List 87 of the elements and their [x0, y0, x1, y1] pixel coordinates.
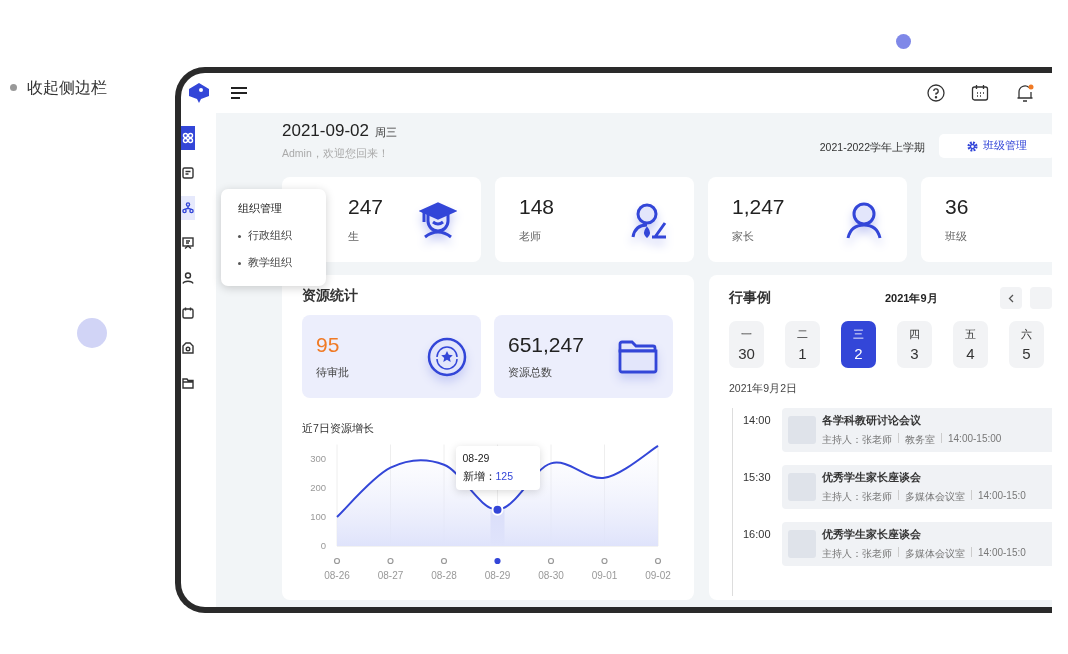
event-period: 14:00-15:0: [978, 546, 1026, 560]
calendar-icon: [181, 306, 195, 320]
stat-label: 生: [348, 229, 360, 244]
tile-value: 651,247: [508, 333, 585, 357]
decorative-dot: [896, 34, 911, 49]
event-host: 主持人：张老师: [822, 489, 892, 504]
day-tile[interactable]: 四 3: [897, 321, 932, 368]
event-card[interactable]: 优秀学生家长座谈会 主持人：张老师 多媒体会议室 14:00-15:0: [782, 465, 1052, 509]
tile-label: 待审批: [316, 365, 350, 380]
tooltip-date: 08-29: [462, 452, 491, 464]
logo-icon: [187, 82, 210, 104]
panel-title: 资源统计: [302, 287, 359, 305]
day-tile[interactable]: 一 30: [729, 321, 764, 368]
weekday-label: 周三: [374, 126, 397, 138]
event-title: 优秀学生家长座谈会: [822, 470, 922, 485]
event-period: 14:00-15:00: [948, 432, 1002, 446]
tooltip-value: 新增：125: [462, 470, 515, 484]
event-card[interactable]: 各学科教研讨论会议 主持人：张老师 教务室 14:00-15:00: [782, 408, 1052, 452]
stat-value: 148: [519, 195, 556, 219]
decorative-dot: [77, 318, 107, 348]
month-label: 2021年9月: [885, 290, 938, 306]
date-label: 2021年9月2日: [729, 382, 799, 396]
x-tick-label: 09-02: [645, 570, 671, 581]
graduation-cap-icon: [419, 200, 457, 239]
tile-value: 95: [316, 333, 341, 357]
chevron-left-icon: [1007, 293, 1014, 303]
folder-icon: [617, 338, 659, 375]
calendar-icon[interactable]: [971, 84, 989, 102]
day-tile[interactable]: 二 1: [785, 321, 820, 368]
term-label: 2021-2022学年上学期: [819, 141, 925, 155]
dashboard-icon: [181, 131, 195, 145]
notification-bell-icon[interactable]: [1015, 83, 1035, 103]
day-tile[interactable]: 五 4: [953, 321, 988, 368]
y-tick-label: 200: [310, 482, 326, 493]
event-card[interactable]: 优秀学生家长座谈会 主持人：张老师 多媒体会议室 14:00-15:0: [782, 522, 1052, 566]
panel-title: 行事例: [729, 289, 771, 307]
annotation-text: 收起侧边栏: [27, 78, 107, 98]
camera-icon: [181, 341, 195, 355]
folder-icon: [181, 376, 195, 390]
data-point: [491, 503, 504, 516]
event-time: 14:00: [743, 414, 772, 426]
x-tick-label: 08-30: [538, 570, 564, 581]
help-icon[interactable]: [927, 84, 945, 102]
flyout-title: 组织管理: [238, 201, 283, 216]
person-icon: [845, 200, 883, 239]
event-period: 14:00-15:0: [978, 489, 1026, 503]
event-title: 各学科教研讨论会议: [822, 413, 922, 428]
stat-label: 班级: [945, 229, 968, 244]
event-time: 15:30: [743, 471, 772, 483]
x-tick-label: 08-27: [377, 570, 404, 581]
event-room: 教务室: [905, 432, 935, 447]
flyout-item[interactable]: 教学组织: [238, 256, 292, 270]
welcome-text: Admin，欢迎您回来！: [282, 147, 390, 161]
x-tick-label: 08-26: [324, 570, 350, 581]
day-tile[interactable]: 三 2: [841, 321, 876, 368]
chart-title: 近7日资源增长: [302, 422, 375, 436]
day-tile[interactable]: 六 5: [1009, 321, 1044, 368]
gear-icon: [967, 140, 978, 152]
event-host: 主持人：张老师: [822, 432, 892, 447]
board-icon: [181, 236, 195, 250]
stat-label: 老师: [519, 229, 542, 244]
y-tick-label: 0: [320, 540, 326, 551]
stat-value: 247: [348, 195, 385, 219]
stat-value: 36: [945, 195, 970, 219]
sidebar-item[interactable]: [181, 126, 195, 150]
x-tick-label: 08-29: [484, 570, 511, 581]
class-management-button[interactable]: 班级管理: [939, 134, 1052, 158]
y-tick-label: 100: [310, 511, 326, 522]
date-heading: 2021-09-02: [282, 121, 369, 140]
bullet-dot: [10, 84, 17, 91]
menu-icon[interactable]: [230, 86, 248, 100]
event-room: 多媒体会议室: [905, 489, 965, 504]
flyout-item[interactable]: 行政组织: [238, 229, 292, 243]
x-tick-label: 09-01: [591, 570, 618, 581]
notes-icon: [181, 166, 195, 180]
event-title: 优秀学生家长座谈会: [822, 527, 922, 542]
event-room: 多媒体会议室: [905, 546, 965, 561]
sidebar-item[interactable]: [181, 196, 195, 220]
person-icon: [181, 271, 195, 285]
x-tick-label: 08-28: [431, 570, 457, 581]
y-tick-label: 300: [310, 453, 326, 464]
tile-label: 资源总数: [508, 365, 553, 380]
org-icon: [181, 201, 195, 215]
stat-value: 1,247: [732, 195, 786, 219]
stat-label: 家长: [732, 229, 755, 244]
event-host: 主持人：张老师: [822, 546, 892, 561]
event-time: 16:00: [743, 528, 772, 540]
